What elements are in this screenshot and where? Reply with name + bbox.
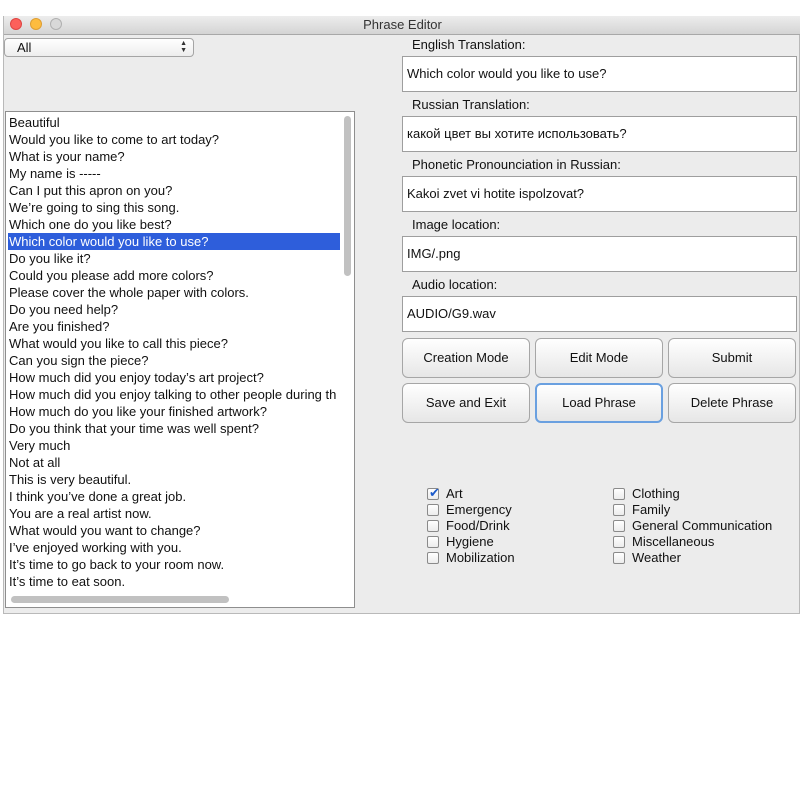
edit-mode-button[interactable]: Edit Mode [535, 338, 663, 378]
category-miscellaneous-label: Miscellaneous [632, 534, 715, 549]
list-item[interactable]: Can I put this apron on you? [8, 182, 340, 199]
list-item[interactable]: What would you like to call this piece? [8, 335, 340, 352]
image-location-label: Image location: [412, 217, 501, 232]
russian-translation-label: Russian Translation: [412, 97, 530, 112]
category-hygiene-label: Hygiene [446, 534, 494, 549]
list-item[interactable]: What is your name? [8, 148, 340, 165]
delete-phrase-button[interactable]: Delete Phrase [668, 383, 796, 423]
list-item[interactable]: Beautiful [8, 114, 340, 131]
list-item[interactable]: Do you need help? [8, 301, 340, 318]
list-item[interactable]: You are a real artist now. [8, 505, 340, 522]
category-weather-label: Weather [632, 550, 681, 565]
list-item[interactable]: My name is ----- [8, 165, 340, 182]
category-food-drink-checkbox[interactable]: Food/Drink [427, 518, 510, 534]
category-filter-value: All [17, 40, 32, 55]
list-item[interactable]: It’s time to eat soon. [8, 573, 340, 590]
checkbox-weather[interactable] [613, 552, 625, 564]
list-item[interactable]: Which color would you like to use? [8, 233, 340, 250]
checkbox-mobilization[interactable] [427, 552, 439, 564]
checkbox-general-communication[interactable] [613, 520, 625, 532]
checkbox-hygiene[interactable] [427, 536, 439, 548]
phonetic-pronunciation-field[interactable]: Kakoi zvet vi hotite ispolzovat? [402, 176, 797, 212]
list-item[interactable]: Very much [8, 437, 340, 454]
russian-translation-field[interactable]: какой цвет вы хотите использовать? [402, 116, 797, 152]
checkbox-miscellaneous[interactable] [613, 536, 625, 548]
zoom-window-button[interactable] [50, 18, 62, 30]
list-item[interactable]: We’re going to sing this song. [8, 199, 340, 216]
phrase-list-items: Beautiful Would you like to come to art t… [8, 114, 340, 592]
submit-button[interactable]: Submit [668, 338, 796, 378]
category-family-label: Family [632, 502, 671, 517]
english-translation-label: English Translation: [412, 37, 526, 52]
title-bar[interactable]: Phrase Editor [4, 16, 800, 35]
phonetic-pronunciation-label: Phonetic Pronounciation in Russian: [412, 157, 621, 172]
checkbox-art[interactable]: ✔ [427, 485, 440, 500]
list-item[interactable]: Would you like to come to art today? [8, 131, 340, 148]
checkbox-family[interactable] [613, 504, 625, 516]
category-filter-select[interactable]: All ▲ ▼ [4, 38, 194, 57]
save-and-exit-button[interactable]: Save and Exit [402, 383, 530, 423]
list-item[interactable]: Do you like it? [8, 250, 340, 267]
horizontal-scroll-thumb[interactable] [11, 596, 229, 603]
window-title: Phrase Editor [363, 17, 442, 32]
close-window-button[interactable] [10, 18, 22, 30]
load-phrase-button[interactable]: Load Phrase [535, 383, 663, 423]
list-item[interactable]: What would you want to change? [8, 522, 340, 539]
category-general-communication-checkbox[interactable]: General Communication [613, 518, 772, 534]
list-item[interactable]: It’s time to go back to your room now. [8, 556, 340, 573]
category-mobilization-checkbox[interactable]: Mobilization [427, 550, 515, 566]
category-family-checkbox[interactable]: Family [613, 502, 670, 518]
list-item[interactable]: Not at all [8, 454, 340, 471]
list-item[interactable]: How much did you enjoy today’s art proje… [8, 369, 340, 386]
english-translation-field[interactable]: Which color would you like to use? [402, 56, 797, 92]
category-hygiene-checkbox[interactable]: Hygiene [427, 534, 494, 550]
creation-mode-button[interactable]: Creation Mode [402, 338, 530, 378]
category-food-drink-label: Food/Drink [446, 518, 510, 533]
minimize-window-button[interactable] [30, 18, 42, 30]
list-item[interactable]: How much did you enjoy talking to other … [8, 386, 340, 403]
category-clothing-checkbox[interactable]: Clothing [613, 486, 680, 502]
category-art-checkbox[interactable]: ✔ Art [427, 485, 463, 502]
image-location-field[interactable]: IMG/.png [402, 236, 797, 272]
list-item[interactable]: I think you’ve done a great job. [8, 488, 340, 505]
audio-location-field[interactable]: AUDIO/G9.wav [402, 296, 797, 332]
checkmark-icon: ✔ [429, 485, 440, 500]
audio-location-label: Audio location: [412, 277, 498, 292]
list-item[interactable]: Please cover the whole paper with colors… [8, 284, 340, 301]
checkbox-food-drink[interactable] [427, 520, 439, 532]
list-item[interactable]: Which one do you like best? [8, 216, 340, 233]
category-weather-checkbox[interactable]: Weather [613, 550, 681, 566]
category-clothing-label: Clothing [632, 486, 680, 501]
vertical-scroll-thumb[interactable] [344, 116, 351, 276]
list-item[interactable]: Are you finished? [8, 318, 340, 335]
updown-arrows-icon: ▲ ▼ [180, 40, 187, 54]
list-item[interactable]: I’ve enjoyed working with you. [8, 539, 340, 556]
list-item[interactable]: Could you please add more colors? [8, 267, 340, 284]
category-miscellaneous-checkbox[interactable]: Miscellaneous [613, 534, 714, 550]
list-item[interactable]: Can you sign the piece? [8, 352, 340, 369]
category-general-communication-label: General Communication [632, 518, 773, 533]
vertical-scrollbar[interactable] [342, 114, 352, 592]
category-emergency-label: Emergency [446, 502, 512, 517]
horizontal-scrollbar[interactable] [8, 594, 342, 604]
checkbox-emergency[interactable] [427, 504, 439, 516]
phrase-list[interactable]: Beautiful Would you like to come to art t… [5, 111, 355, 608]
category-mobilization-label: Mobilization [446, 550, 515, 565]
checkbox-clothing[interactable] [613, 488, 625, 500]
category-art-label: Art [446, 486, 463, 501]
category-emergency-checkbox[interactable]: Emergency [427, 502, 512, 518]
list-item[interactable]: How much do you like your finished artwo… [8, 403, 340, 420]
list-item[interactable]: Do you think that your time was well spe… [8, 420, 340, 437]
list-item[interactable]: This is very beautiful. [8, 471, 340, 488]
